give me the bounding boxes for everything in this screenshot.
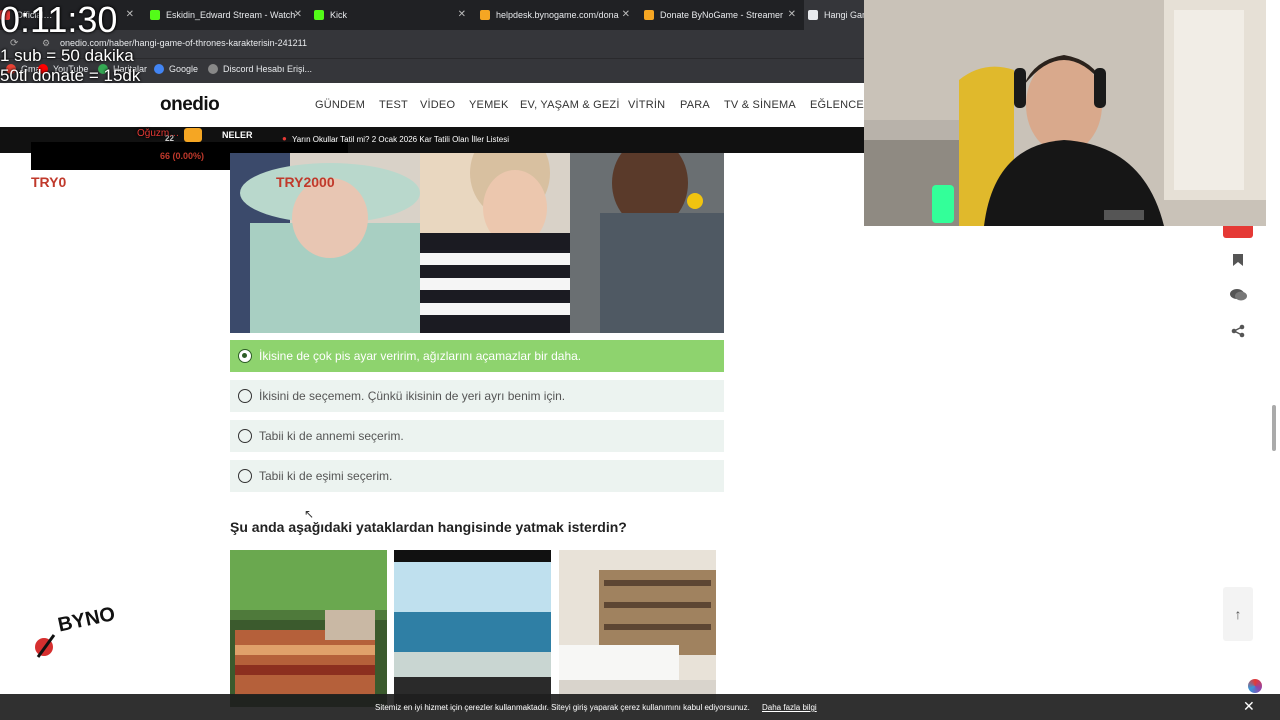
cookie-more-info-link[interactable]: Daha fazla bilgi xyxy=(762,703,817,712)
radio-icon xyxy=(238,429,252,443)
nav-gundem[interactable]: GÜNDEM xyxy=(315,99,365,111)
browser-tab[interactable]: Eskidin_Edward Stream - Watch ✕ xyxy=(146,0,308,30)
tab-label: Kick xyxy=(330,10,348,20)
bookmark-icon[interactable] xyxy=(1229,251,1247,269)
nav-test[interactable]: TEST xyxy=(379,99,408,111)
close-icon[interactable]: ✕ xyxy=(622,9,630,20)
browser-tab[interactable]: helpdesk.bynogame.com/dona ✕ xyxy=(476,0,636,30)
radio-icon xyxy=(238,389,252,403)
ticker-label: NELER xyxy=(222,130,253,140)
scroll-to-top-button[interactable]: ↑ xyxy=(1223,587,1253,641)
google-icon xyxy=(154,64,164,74)
browser-tab[interactable]: Donate ByNoGame - Streamer ✕ xyxy=(640,0,802,30)
close-icon[interactable]: ✕ xyxy=(126,9,134,20)
option-label: İkisine de çok pis ayar veririm, ağızlar… xyxy=(259,349,582,363)
nav-para[interactable]: PARA xyxy=(680,99,710,111)
bynogame-icon xyxy=(644,10,654,20)
tab-label: helpdesk.bynogame.com/dona xyxy=(496,10,619,20)
tab-label: Eskidin_Edward Stream - Watch xyxy=(166,10,296,20)
tab-label: Hangi Gam xyxy=(824,10,868,20)
quiz-option-selected[interactable]: İkisine de çok pis ayar veririm, ağızlar… xyxy=(230,340,724,372)
quiz-image-option[interactable] xyxy=(394,550,551,707)
quiz-option[interactable]: Tabii ki de annemi seçerim. xyxy=(230,420,724,452)
nav-video[interactable]: VİDEO xyxy=(420,99,455,111)
quiz-image-option[interactable] xyxy=(559,550,716,707)
question-title: Şu anda aşağıdaki yataklardan hangisinde… xyxy=(230,519,627,535)
quiz-image-option[interactable] xyxy=(230,550,387,707)
donate-rule-text: 50tl donate = 15dk xyxy=(0,66,141,85)
alert-icon xyxy=(184,128,202,142)
comment-icon[interactable] xyxy=(1229,286,1247,304)
quiz-option[interactable]: İkisini de seçemem. Çünkü ikisinin de ye… xyxy=(230,380,724,412)
browser-tab-active[interactable]: Hangi Gam xyxy=(804,0,868,30)
bynogame-icon xyxy=(480,10,490,20)
bookmark-label: Discord Hesabı Erişi... xyxy=(223,64,313,74)
onedio-icon xyxy=(808,10,818,20)
close-icon[interactable]: ✕ xyxy=(788,9,796,20)
donation-min-label: TRY0 xyxy=(31,174,67,190)
option-label: Tabii ki de annemi seçerim. xyxy=(259,429,404,443)
browser-tab-bar: Official… ✕ Eskidin_Edward Stream - Watc… xyxy=(0,0,868,30)
close-icon[interactable]: ✕ xyxy=(294,9,302,20)
option-label: Tabii ki de eşimi seçerim. xyxy=(259,469,393,483)
cookie-text: Sitemiz en iyi hizmet için çerezler kull… xyxy=(375,703,750,712)
assistant-icon[interactable] xyxy=(1248,679,1262,693)
bookmark-discord[interactable]: Discord Hesabı Erişi... xyxy=(208,64,312,74)
radio-icon xyxy=(238,469,252,483)
scrollbar-thumb[interactable] xyxy=(1272,405,1276,451)
radio-selected-icon xyxy=(238,349,252,363)
nav-yemek[interactable]: YEMEK xyxy=(469,99,509,111)
share-icon[interactable] xyxy=(1229,322,1247,340)
bookmark-google[interactable]: Google xyxy=(154,64,198,74)
site-logo[interactable]: onedio xyxy=(160,94,220,116)
side-red-button[interactable] xyxy=(1223,226,1253,238)
webcam-overlay xyxy=(864,0,1266,226)
browser-tab[interactable]: Kick ✕ xyxy=(310,0,472,30)
globe-icon xyxy=(208,64,218,74)
option-label: İkisini de seçemem. Çünkü ikisinin de ye… xyxy=(259,389,566,403)
nav-vitrin[interactable]: VİTRİN xyxy=(628,99,665,111)
kick-icon xyxy=(150,10,160,20)
donation-goal-text: 66 (0.00%) xyxy=(160,151,205,161)
close-icon[interactable]: ✕ xyxy=(1243,698,1255,715)
sub-rule-text: 1 sub = 50 dakika xyxy=(0,46,134,65)
nav-ev-yasam[interactable]: EV, YAŞAM & GEZİ xyxy=(520,99,620,111)
bookmark-label: Google xyxy=(169,64,199,74)
close-icon[interactable]: ✕ xyxy=(458,9,466,20)
kick-icon xyxy=(314,10,324,20)
stream-timer: 0:11:30 xyxy=(0,0,118,40)
nav-eglence[interactable]: EĞLENCE xyxy=(810,99,864,111)
arrow-up-icon: ↑ xyxy=(1234,606,1242,622)
quiz-option[interactable]: Tabii ki de eşimi seçerim. xyxy=(230,460,724,492)
tab-label: Donate ByNoGame - Streamer xyxy=(660,10,784,20)
alert-username: Oğuzm… xyxy=(137,128,180,139)
nav-tv-sinema[interactable]: TV & SİNEMA xyxy=(724,99,796,111)
donation-max-label: TRY2000 xyxy=(276,174,335,190)
